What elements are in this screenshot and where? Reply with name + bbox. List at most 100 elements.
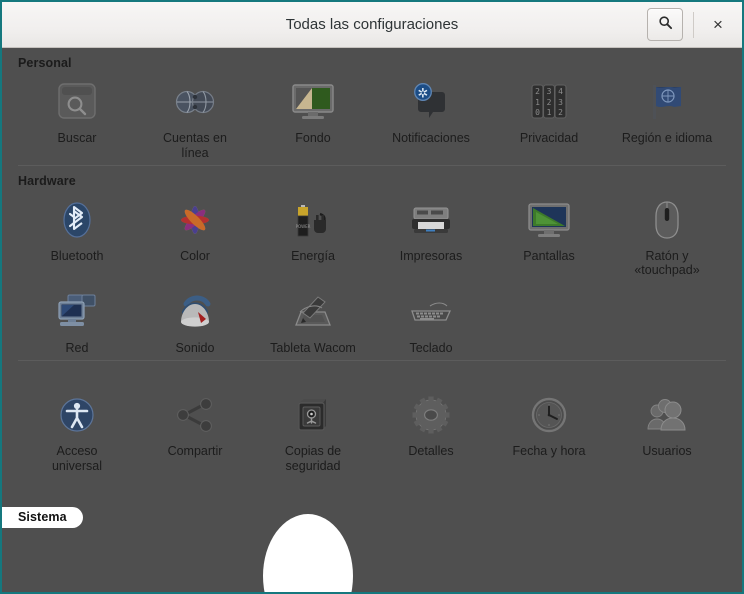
bluetooth-icon <box>53 196 101 244</box>
notification-bubble-icon: ✲ <box>407 78 455 126</box>
settings-item-impresoras[interactable]: Impresoras <box>372 190 490 283</box>
settings-item-label: Privacidad <box>519 131 579 145</box>
color-wheel-icon <box>171 196 219 244</box>
wallpaper-monitor-icon <box>289 78 337 126</box>
display-monitor-icon <box>525 196 573 244</box>
accessibility-icon <box>53 391 101 439</box>
section-heading-hardware: Hardware <box>18 173 76 188</box>
safe-vault-icon <box>289 391 337 439</box>
settings-item-label: Compartir <box>167 443 223 458</box>
gear-icon <box>407 391 455 439</box>
svg-text:4: 4 <box>558 87 563 96</box>
users-icon <box>643 391 691 439</box>
settings-item-acceso-universal[interactable]: Acceso universal <box>18 385 136 478</box>
settings-item-label: Teclado <box>409 341 453 355</box>
section-personal: Personal Buscar Cuentas en línea Fondo ✲… <box>2 48 742 165</box>
battery-power-icon: POWER <box>289 196 337 244</box>
settings-item-buscar[interactable]: Buscar <box>18 72 136 165</box>
settings-item-label: Energía <box>291 248 335 263</box>
wacom-tablet-icon <box>289 288 337 336</box>
settings-item-label: Fondo <box>295 131 331 145</box>
settings-item-region-e-idioma[interactable]: Región e idioma <box>608 72 726 165</box>
svg-text:3: 3 <box>558 98 563 107</box>
grid-spacer <box>490 282 608 360</box>
grid-spacer <box>608 282 726 360</box>
settings-item-cuentas-en-linea[interactable]: Cuentas en línea <box>136 72 254 165</box>
svg-text:POWER: POWER <box>296 224 311 229</box>
settings-item-label: Color <box>180 248 210 263</box>
svg-text:2: 2 <box>535 87 540 96</box>
svg-text:2: 2 <box>558 108 563 117</box>
settings-item-label: Pantallas <box>523 248 575 263</box>
settings-item-teclado[interactable]: Teclado <box>372 282 490 360</box>
close-button[interactable]: × <box>704 11 732 39</box>
sound-speaker-icon <box>171 288 219 336</box>
settings-item-sonido[interactable]: Sonido <box>136 282 254 360</box>
window-title: Todas las configuraciones <box>285 16 459 33</box>
section-heading-personal: Personal <box>18 56 72 70</box>
settings-item-label: Cuentas en línea <box>163 131 227 160</box>
titlebar-buttons: × <box>647 2 742 47</box>
window-titlebar: Todas las configuraciones × <box>2 2 742 48</box>
mouse-icon <box>643 196 691 244</box>
svg-text:3: 3 <box>547 87 552 96</box>
network-computers-icon <box>53 288 101 336</box>
settings-item-fondo[interactable]: Fondo <box>254 72 372 165</box>
settings-item-label: Acceso universal <box>51 443 103 473</box>
settings-item-pantallas[interactable]: Pantallas <box>490 190 608 283</box>
settings-item-label: Ratón y «touchpad» <box>634 248 700 278</box>
grid-hardware-row1: Bluetooth Color POWER Energía Impresoras… <box>18 190 726 283</box>
settings-item-label: Detalles <box>408 443 454 458</box>
settings-item-raton-y-touchpad[interactable]: Ratón y «touchpad» <box>608 190 726 283</box>
share-nodes-icon <box>171 391 219 439</box>
svg-text:1: 1 <box>535 98 540 107</box>
settings-window: Todas las configuraciones × Personal Bus… <box>0 0 744 594</box>
settings-item-label: Buscar <box>57 131 97 145</box>
grid-hardware-row2: Red Sonido Tableta Wacom Teclado <box>18 282 726 360</box>
keyboard-icon <box>407 288 455 336</box>
settings-item-label: Red <box>65 341 89 355</box>
settings-item-label: Fecha y hora <box>512 443 586 458</box>
search-panel-icon <box>53 78 101 126</box>
settings-item-notificaciones[interactable]: ✲ Notificaciones <box>372 72 490 165</box>
settings-item-label: Usuarios <box>642 443 692 458</box>
svg-text:✲: ✲ <box>418 87 429 102</box>
settings-item-label: Tableta Wacom <box>270 341 356 355</box>
settings-item-label: Bluetooth <box>50 248 104 263</box>
settings-item-bluetooth[interactable]: Bluetooth <box>18 190 136 283</box>
settings-item-usuarios[interactable]: Usuarios <box>608 385 726 478</box>
flag-icon <box>643 78 691 126</box>
settings-item-detalles[interactable]: Detalles <box>372 385 490 478</box>
settings-item-tableta-wacom[interactable]: Tableta Wacom <box>254 282 372 360</box>
highlight-spotlight <box>263 514 353 592</box>
svg-text:1: 1 <box>547 108 552 117</box>
svg-text:2: 2 <box>547 98 552 107</box>
settings-item-label: Copias de seguridad <box>284 443 342 473</box>
section-heading-sistema: Sistema <box>2 507 83 528</box>
online-accounts-icon <box>171 78 219 126</box>
titlebar-separator <box>693 11 694 38</box>
section-sistema: Sistema Acceso universal <box>2 361 742 478</box>
search-icon <box>658 15 673 35</box>
settings-item-copias-de-seguridad[interactable]: Copias de seguridad <box>254 385 372 478</box>
svg-text:0: 0 <box>535 108 540 117</box>
printer-icon <box>407 196 455 244</box>
settings-item-compartir[interactable]: Compartir <box>136 385 254 478</box>
settings-item-label: Impresoras <box>399 248 463 263</box>
clock-icon <box>525 391 573 439</box>
settings-item-red[interactable]: Red <box>18 282 136 360</box>
settings-item-energia[interactable]: POWER Energía <box>254 190 372 283</box>
settings-item-label: Región e idioma <box>621 131 713 145</box>
settings-item-fecha-y-hora[interactable]: Fecha y hora <box>490 385 608 478</box>
settings-item-label: Notificaciones <box>392 131 470 145</box>
grid-sistema: Acceso universal Compartir Copias de seg… <box>18 385 726 478</box>
settings-item-privacidad[interactable]: 210 321 432 Privacidad <box>490 72 608 165</box>
section-hardware: Hardware Bluetooth Color POWER Energía I… <box>2 166 742 360</box>
grid-personal: Buscar Cuentas en línea Fondo ✲ Notifica… <box>18 72 726 165</box>
settings-item-label: Sonido <box>175 341 215 355</box>
combination-lock-icon: 210 321 432 <box>525 78 573 126</box>
search-button[interactable] <box>647 8 683 41</box>
close-icon: × <box>713 15 723 34</box>
settings-content: Personal Buscar Cuentas en línea Fondo ✲… <box>2 48 742 592</box>
settings-item-color[interactable]: Color <box>136 190 254 283</box>
